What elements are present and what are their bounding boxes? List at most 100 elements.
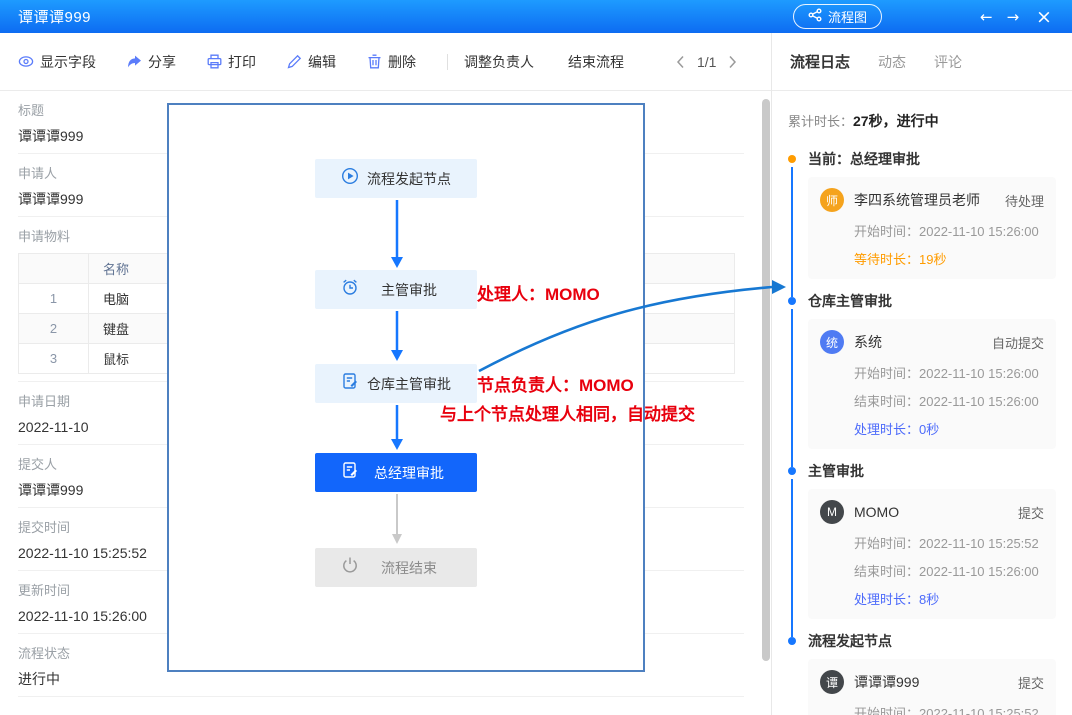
flowchart-toggle-label: 流程图 <box>828 7 867 26</box>
tab-comments[interactable]: 评论 <box>934 52 962 72</box>
toolbar-divider <box>447 54 448 70</box>
header-nav: ← → <box>980 0 1019 33</box>
node-label: 流程结束 <box>359 558 477 578</box>
entry-title: 主管审批 <box>808 463 1056 479</box>
vertical-scrollbar[interactable] <box>762 99 770 661</box>
entry-user-name: MOMO <box>854 504 1018 520</box>
pencil-icon <box>287 54 302 69</box>
entry-action: 提交 <box>1018 673 1044 692</box>
close-icon[interactable]: × <box>1036 0 1052 33</box>
node-label: 主管审批 <box>359 280 477 300</box>
entry-line: 处理时长：8秒 <box>854 589 1044 608</box>
printer-icon <box>207 54 222 69</box>
workflow-detail-window: 谭谭谭999 流程图 ← → × 显示字段 <box>0 0 1072 715</box>
timeline-dot <box>788 155 796 163</box>
workflow-icon <box>808 8 822 25</box>
node-process-start[interactable]: 流程发起节点 <box>315 159 477 198</box>
log-entry-current: 当前：总经理审批 师 李四系统管理员老师 待处理 开始时间：2022-11-10… <box>788 151 1056 279</box>
document-edit-icon <box>341 461 359 484</box>
flowchart-toggle-button[interactable]: 流程图 <box>793 4 882 29</box>
power-icon <box>341 556 359 579</box>
log-summary: 累计时长：27秒，进行中 <box>788 111 1056 131</box>
entry-card: 师 李四系统管理员老师 待处理 开始时间：2022-11-10 15:26:00… <box>808 177 1056 279</box>
edit-button[interactable]: 编辑 <box>287 52 336 72</box>
row-index: 3 <box>19 344 89 374</box>
print-label: 打印 <box>228 52 256 72</box>
page-indicator: 1/1 <box>697 54 716 70</box>
field-value: 进行中 <box>18 670 744 689</box>
annotation-auto-submit: 与上个节点处理人相同，自动提交 <box>440 400 695 425</box>
entry-card: 谭 谭谭谭999 提交 开始时间：2022-11-10 15:25:52 结束时… <box>808 659 1056 715</box>
tab-activity[interactable]: 动态 <box>878 52 906 72</box>
prev-page-icon[interactable] <box>676 55 685 69</box>
show-fields-label: 显示字段 <box>40 52 96 72</box>
summary-duration: 27秒 <box>853 113 883 129</box>
timeline-dot <box>788 297 796 305</box>
print-button[interactable]: 打印 <box>207 52 256 72</box>
entry-card: 统 系统 自动提交 开始时间：2022-11-10 15:26:00 结束时间：… <box>808 319 1056 449</box>
log-entry-manager: 主管审批 M MOMO 提交 开始时间：2022-11-10 15:25:52 … <box>788 463 1056 619</box>
node-process-end[interactable]: 流程结束 <box>315 548 477 587</box>
entry-line: 处理时长：0秒 <box>854 419 1044 438</box>
node-manager-approval[interactable]: 主管审批 <box>315 270 477 309</box>
avatar: 师 <box>820 188 844 212</box>
summary-status: ，进行中 <box>883 113 939 129</box>
document-edit-icon <box>341 372 359 395</box>
entry-title: 当前：总经理审批 <box>808 151 1056 167</box>
annotation-handler: 处理人：MOMO <box>477 280 600 305</box>
entry-action: 待处理 <box>1005 191 1044 210</box>
entry-title: 流程发起节点 <box>808 633 1056 649</box>
timeline-dot <box>788 467 796 475</box>
delete-button[interactable]: 删除 <box>367 52 416 72</box>
entry-line: 等待时长：19秒 <box>854 249 1044 268</box>
annotation-node-owner: 节点负责人：MOMO <box>477 371 634 396</box>
toolbar: 显示字段 分享 打印 编 <box>0 33 771 91</box>
node-label: 流程发起节点 <box>359 169 477 189</box>
timeline-dot <box>788 637 796 645</box>
window-header: 谭谭谭999 流程图 ← → × <box>0 0 1072 33</box>
entry-action: 自动提交 <box>992 333 1044 352</box>
avatar: 统 <box>820 330 844 354</box>
entry-line: 开始时间：2022-11-10 15:26:00 <box>854 363 1044 382</box>
share-button[interactable]: 分享 <box>127 52 176 72</box>
tab-process-log[interactable]: 流程日志 <box>790 51 850 72</box>
node-warehouse-approval[interactable]: 仓库主管审批 <box>315 364 477 403</box>
entry-title: 仓库主管审批 <box>808 293 1056 309</box>
entry-card: M MOMO 提交 开始时间：2022-11-10 15:25:52 结束时间：… <box>808 489 1056 619</box>
entry-line: 开始时间：2022-11-10 15:25:52 <box>854 703 1044 715</box>
alarm-clock-icon <box>341 278 359 301</box>
delete-label: 删除 <box>388 52 416 72</box>
next-page-icon[interactable] <box>728 55 737 69</box>
entry-user-name: 系统 <box>854 332 992 352</box>
trash-icon <box>367 54 382 69</box>
avatar: 谭 <box>820 670 844 694</box>
node-label: 仓库主管审批 <box>359 374 477 394</box>
node-label: 总经理审批 <box>359 463 477 483</box>
entry-action: 提交 <box>1018 503 1044 522</box>
process-log-panel: 累计时长：27秒，进行中 当前：总经理审批 师 李四系统管理员老师 待处理 开始… <box>772 91 1072 715</box>
entry-line: 开始时间：2022-11-10 15:26:00 <box>854 221 1044 240</box>
avatar: M <box>820 500 844 524</box>
nav-back-icon[interactable]: ← <box>980 8 993 26</box>
entry-user-name: 谭谭谭999 <box>854 672 1018 692</box>
log-entry-warehouse: 仓库主管审批 统 系统 自动提交 开始时间：2022-11-10 15:26:0… <box>788 293 1056 449</box>
show-fields-button[interactable]: 显示字段 <box>18 52 96 72</box>
end-process-button[interactable]: 结束流程 <box>568 52 624 72</box>
log-tabs: 流程日志 动态 评论 <box>772 33 1072 91</box>
eye-icon <box>18 54 34 69</box>
pagination: 1/1 <box>676 54 737 70</box>
row-index: 2 <box>19 314 89 344</box>
window-title: 谭谭谭999 <box>18 6 91 27</box>
log-timeline: 当前：总经理审批 师 李四系统管理员老师 待处理 开始时间：2022-11-10… <box>788 151 1056 715</box>
share-icon <box>127 55 142 69</box>
log-entry-start: 流程发起节点 谭 谭谭谭999 提交 开始时间：2022-11-10 15:25… <box>788 633 1056 715</box>
entry-line: 开始时间：2022-11-10 15:25:52 <box>854 533 1044 552</box>
edit-label: 编辑 <box>308 52 336 72</box>
panel-divider <box>771 33 772 715</box>
play-circle-icon <box>341 167 359 190</box>
adjust-assignee-button[interactable]: 调整负责人 <box>464 52 534 72</box>
entry-user-name: 李四系统管理员老师 <box>854 190 1005 210</box>
node-gm-approval[interactable]: 总经理审批 <box>315 453 477 492</box>
nav-forward-icon[interactable]: → <box>1007 8 1020 26</box>
summary-label: 累计时长： <box>788 114 853 129</box>
